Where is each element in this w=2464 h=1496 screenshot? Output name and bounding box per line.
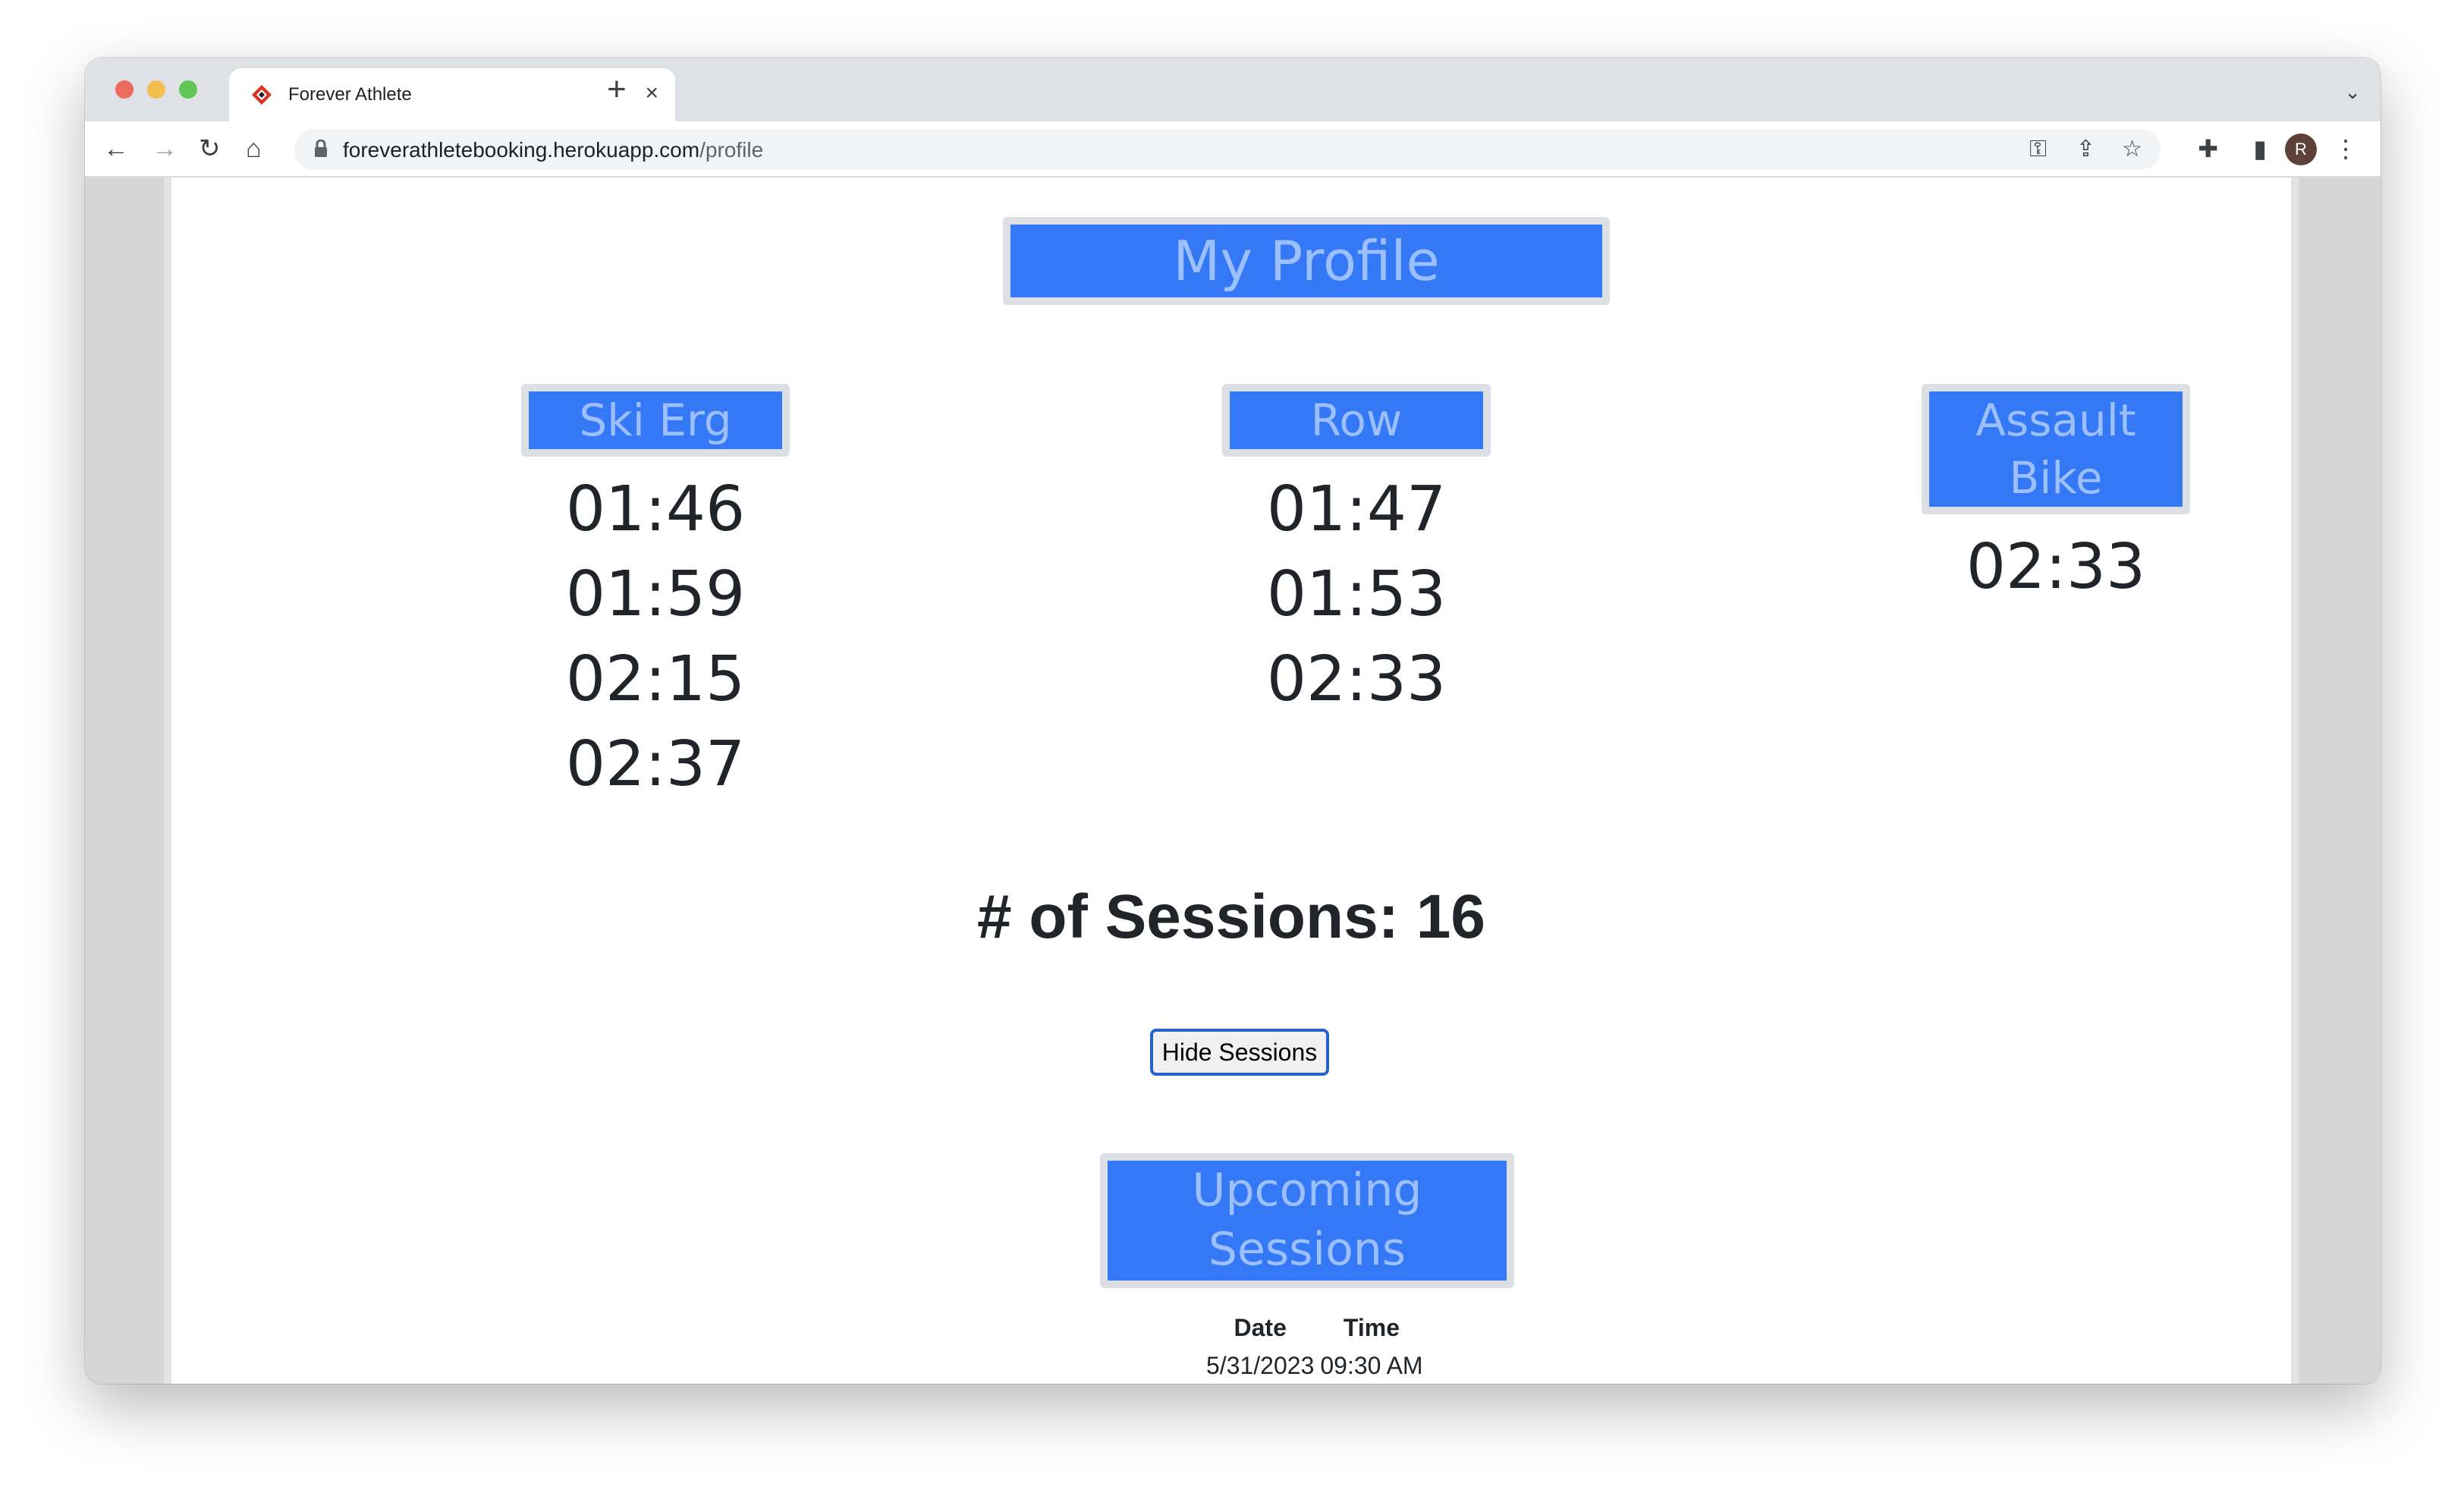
close-tab-icon[interactable]: × xyxy=(645,82,658,105)
time-list: 01:46 01:59 02:15 02:37 xyxy=(428,467,883,807)
row-column: Row 01:47 01:53 02:33 xyxy=(1129,384,1584,722)
lock-icon[interactable] xyxy=(314,140,328,158)
home-icon[interactable]: ⌂ xyxy=(246,134,262,164)
address-bar[interactable]: foreverathletebooking.herokuapp.com/prof… xyxy=(294,129,2161,170)
forward-arrow-icon[interactable]: → xyxy=(152,134,178,164)
session-date: 5/31/2023 xyxy=(1206,1352,1315,1379)
session-time: 09:30 AM xyxy=(1320,1352,1423,1379)
reload-icon[interactable]: ↻ xyxy=(199,134,221,164)
more-menu-icon[interactable]: ⋮ xyxy=(2334,134,2358,164)
time-item: 01:47 xyxy=(1266,473,1447,545)
tab-search-chevron-icon[interactable]: ⌄ xyxy=(2344,80,2361,104)
time-list: 02:33 xyxy=(1828,525,2283,610)
maximize-window-button[interactable] xyxy=(179,80,197,99)
date-header: Date xyxy=(1234,1314,1287,1341)
column-heading: Ski Erg xyxy=(521,384,790,457)
page-title: My Profile xyxy=(1003,217,1610,305)
url-path: /profile xyxy=(699,138,764,162)
browser-toolbar: ← → ↻ ⌂ foreverathletebooking.herokuapp.… xyxy=(85,121,2381,178)
time-item: 02:37 xyxy=(565,728,746,800)
url-host: foreverathletebooking.herokuapp.com xyxy=(343,138,700,162)
profile-page: My Profile Ski Erg 01:46 01:59 02:15 02:… xyxy=(164,178,2299,1384)
table-header-row: Date Time xyxy=(1203,1312,1426,1350)
hide-sessions-button[interactable]: Hide Sessions xyxy=(1150,1029,1329,1076)
column-heading: Assault Bike xyxy=(1922,384,2190,514)
sessions-table: Date Time 5/31/2023 09:30 AM xyxy=(1203,1312,1426,1381)
time-item: 02:33 xyxy=(1266,643,1447,715)
back-arrow-icon[interactable]: ← xyxy=(103,134,129,164)
close-window-button[interactable] xyxy=(115,80,134,99)
time-item: 01:53 xyxy=(1266,558,1447,630)
sessions-count: # of Sessions: 16 xyxy=(977,882,1485,951)
extensions-puzzle-icon[interactable]: ✚ xyxy=(2198,134,2218,164)
ski-erg-column: Ski Erg 01:46 01:59 02:15 02:37 xyxy=(428,384,883,807)
tab-bar: Forever Athlete × + ⌄ xyxy=(85,58,2381,121)
time-list: 01:47 01:53 02:33 xyxy=(1129,467,1584,722)
url-text: foreverathletebooking.herokuapp.com/prof… xyxy=(343,139,763,162)
browser-window: Forever Athlete × + ⌄ ← → ↻ ⌂ foreverath… xyxy=(85,58,2381,1384)
time-item: 01:46 xyxy=(565,473,746,545)
table-row: 5/31/2023 09:30 AM xyxy=(1203,1350,1426,1381)
time-item: 01:59 xyxy=(565,558,746,630)
side-panel-icon[interactable]: ▮ xyxy=(2253,134,2267,164)
share-icon[interactable]: ⇪ xyxy=(2076,137,2095,162)
time-item: 02:15 xyxy=(565,643,746,715)
key-icon[interactable]: ⚿ xyxy=(2029,137,2047,162)
profile-avatar[interactable]: R xyxy=(2285,134,2317,165)
page-viewport: My Profile Ski Erg 01:46 01:59 02:15 02:… xyxy=(85,178,2381,1384)
upcoming-sessions-heading: Upcoming Sessions xyxy=(1100,1153,1514,1288)
time-item: 02:33 xyxy=(1966,531,2146,603)
assault-bike-column: Assault Bike 02:33 xyxy=(1828,384,2283,610)
column-heading: Row xyxy=(1222,384,1491,457)
bookmark-star-icon[interactable]: ☆ xyxy=(2122,137,2142,162)
forever-athlete-favicon-icon xyxy=(252,85,272,105)
new-tab-icon[interactable]: + xyxy=(607,73,627,106)
minimize-window-button[interactable] xyxy=(147,80,165,99)
time-header: Time xyxy=(1343,1314,1400,1341)
tab-title: Forever Athlete xyxy=(288,84,412,105)
